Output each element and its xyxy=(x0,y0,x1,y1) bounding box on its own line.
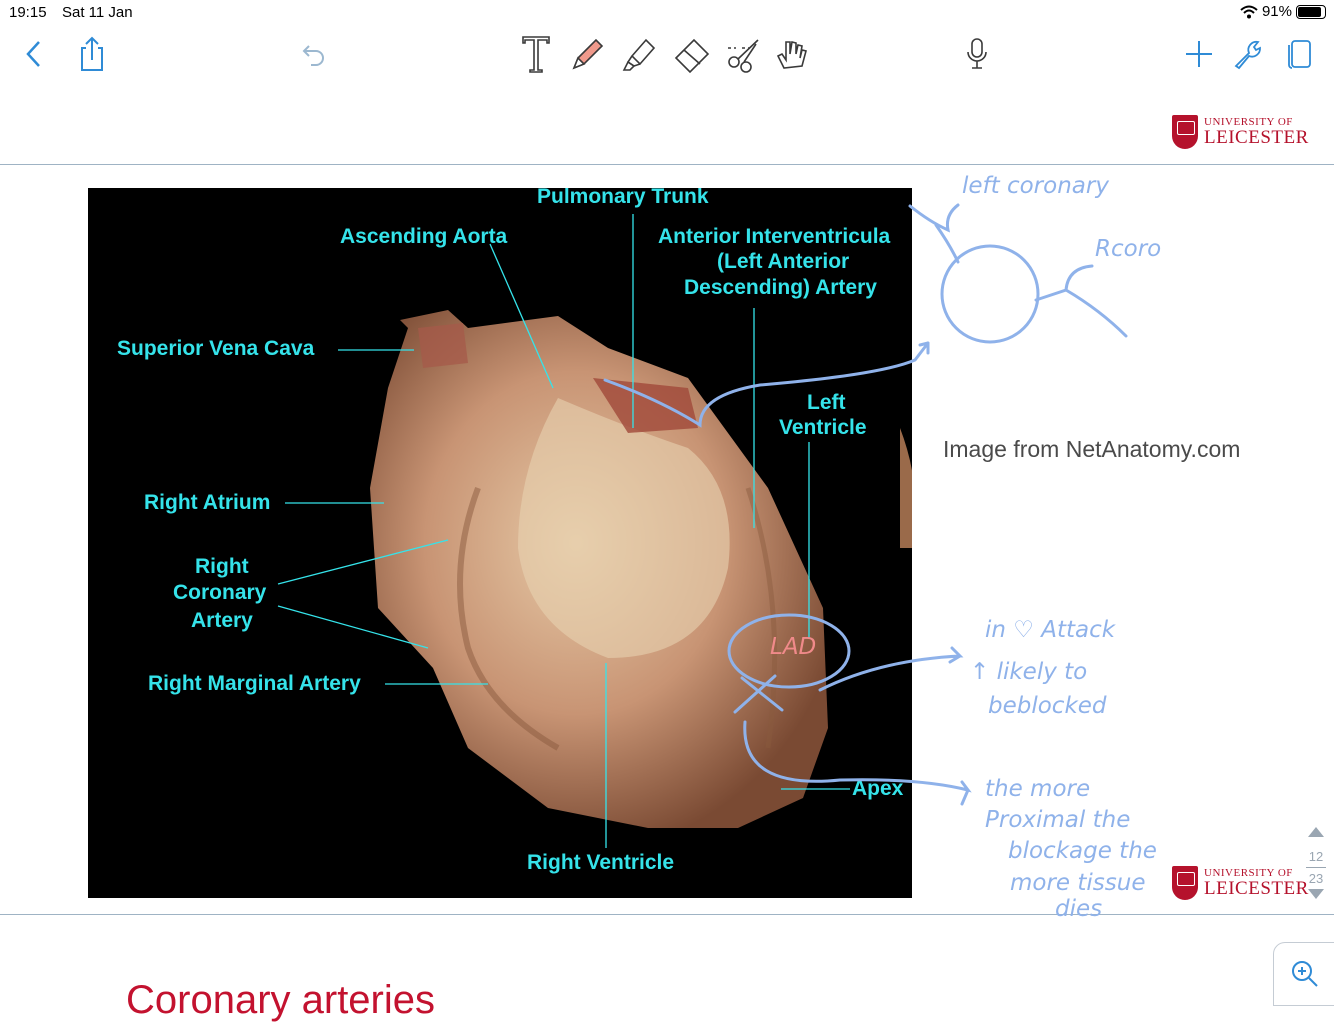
microphone-button[interactable] xyxy=(957,34,997,74)
label-left-ventricle-1: Left xyxy=(807,391,846,414)
label-apex: Apex xyxy=(852,777,904,800)
logo-line-2: LEICESTER xyxy=(1204,878,1309,899)
status-date: Sat 11 Jan xyxy=(62,4,133,21)
eraser-icon xyxy=(674,38,710,74)
label-left-ventricle-2: Ventricle xyxy=(779,416,867,439)
hand-pointer-icon xyxy=(776,41,807,69)
notes-toolbar xyxy=(0,26,1334,85)
battery-indicator: 91% xyxy=(1240,3,1326,20)
eraser-tool[interactable] xyxy=(672,34,712,74)
page-indicator: 12 23 xyxy=(1300,826,1332,916)
pen-icon xyxy=(572,38,604,70)
share-icon xyxy=(81,36,103,71)
ink-proximal-1: the more xyxy=(985,776,1091,802)
plus-icon xyxy=(1186,41,1212,67)
university-logo-footer: UNIVERSITY OF LEICESTER xyxy=(1172,866,1309,900)
crest-icon xyxy=(1172,866,1198,900)
page-up-icon[interactable] xyxy=(1307,826,1325,838)
settings-button[interactable] xyxy=(1228,34,1268,74)
current-page: 12 xyxy=(1308,849,1324,864)
label-right-ventricle: Right Ventricle xyxy=(527,851,675,874)
back-button[interactable] xyxy=(14,34,54,74)
pages-button[interactable] xyxy=(1280,34,1320,74)
ink-attack-1: in ♡ Attack xyxy=(985,617,1116,643)
page-down-icon[interactable] xyxy=(1307,888,1325,900)
ink-rcoro: Rcoro xyxy=(1095,236,1162,262)
wifi-icon xyxy=(1240,5,1258,18)
zoom-button[interactable] xyxy=(1273,942,1334,1006)
pages-icon xyxy=(1288,40,1311,69)
microphone-icon xyxy=(967,38,987,69)
heart-anatomy-image: Pulmonary Trunk Ascending Aorta Anterior… xyxy=(88,188,912,898)
text-tool[interactable] xyxy=(516,34,556,74)
label-anterior-interventricular-2: (Left Anterior xyxy=(717,250,850,273)
share-button[interactable] xyxy=(72,34,112,74)
label-right-atrium: Right Atrium xyxy=(144,491,271,514)
undo-icon xyxy=(302,45,324,66)
chevron-left-icon xyxy=(26,41,40,67)
logo-line-2: LEICESTER xyxy=(1204,127,1309,148)
ink-attack-3: beblocked xyxy=(988,693,1107,719)
hand-tool[interactable] xyxy=(772,34,812,74)
slide-bottom-divider xyxy=(0,914,1334,915)
label-ascending-aorta: Ascending Aorta xyxy=(340,225,508,248)
university-logo: UNIVERSITY OF LEICESTER xyxy=(1172,115,1309,149)
label-rca-2: Coronary xyxy=(173,581,267,604)
highlighter-tool[interactable] xyxy=(620,34,660,74)
label-superior-vena-cava: Superior Vena Cava xyxy=(117,337,315,360)
pen-tool[interactable] xyxy=(568,34,608,74)
status-time: 19:15 xyxy=(9,4,47,21)
wrench-icon xyxy=(1234,40,1261,70)
scissors-lasso-icon xyxy=(728,39,759,73)
ink-left-coronary: left coronary xyxy=(962,173,1109,199)
battery-icon xyxy=(1296,4,1326,19)
ink-lad: LAD xyxy=(770,634,817,660)
status-bar: 19:15 Sat 11 Jan 91% xyxy=(0,0,1334,26)
zoom-in-icon xyxy=(1292,961,1318,987)
ink-proximal-2: Proximal the xyxy=(985,807,1131,833)
label-rca-3: Artery xyxy=(191,609,253,632)
total-pages: 23 xyxy=(1308,871,1324,886)
label-anterior-interventricular-1: Anterior Interventricula xyxy=(658,225,891,248)
ink-proximal-3: blockage the xyxy=(1008,838,1157,864)
highlighter-icon xyxy=(622,38,656,71)
text-tool-icon xyxy=(522,36,550,73)
label-pulmonary-trunk: Pulmonary Trunk xyxy=(537,188,709,208)
label-right-marginal-artery: Right Marginal Artery xyxy=(148,672,361,695)
ink-attack-2: ↑ likely to xyxy=(970,659,1088,685)
label-rca-1: Right xyxy=(195,555,249,578)
label-anterior-interventricular-3: Descending) Artery xyxy=(684,276,877,299)
ink-proximal-4: more tissue xyxy=(1010,870,1146,896)
ink-proximal-5: dies xyxy=(1055,896,1103,922)
image-credit: Image from NetAnatomy.com xyxy=(943,436,1241,462)
lasso-tool[interactable] xyxy=(724,34,764,74)
add-button[interactable] xyxy=(1179,34,1219,74)
slide-top-divider xyxy=(0,164,1334,165)
undo-button[interactable] xyxy=(294,34,334,74)
crest-icon xyxy=(1172,115,1198,149)
battery-percent: 91% xyxy=(1261,3,1292,20)
